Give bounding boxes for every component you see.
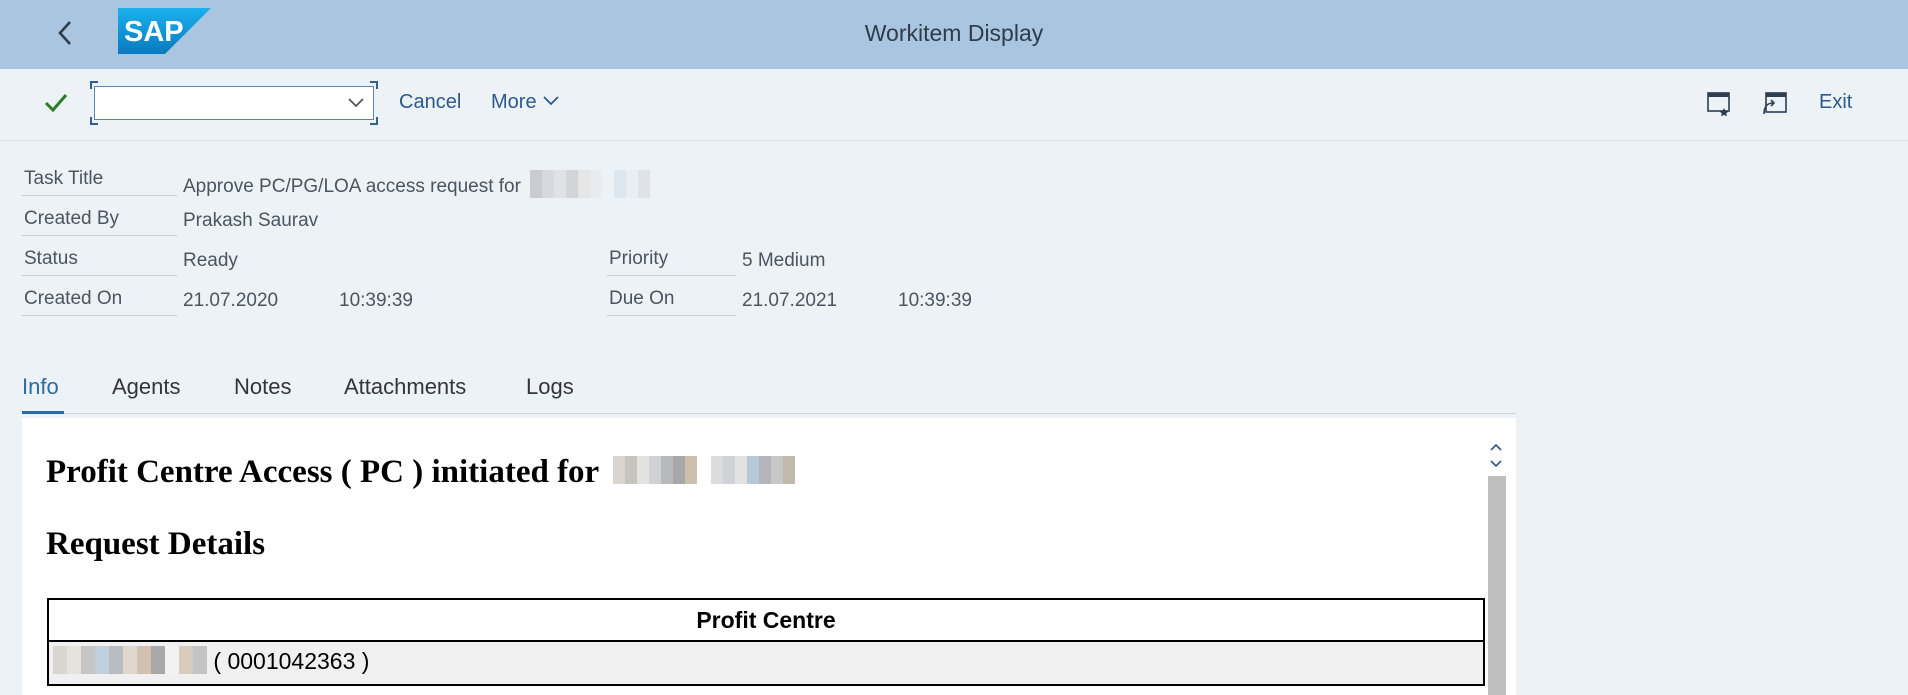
created-on-time: 10:39:39 [339,290,413,311]
due-on-date: 21.07.2021 [742,290,838,311]
task-title-value: Approve PC/PG/LOA access request for [183,170,651,204]
more-button[interactable]: More [491,91,560,114]
due-on-label: Due On [607,288,736,316]
task-title-text: Approve PC/PG/LOA access request for [183,176,521,198]
enter-check-icon[interactable] [40,87,72,119]
table-cell-profit-centre: ( 0001042363 ) [48,641,1484,685]
command-field[interactable] [90,81,378,125]
table-header-row: Profit Centre [48,599,1484,642]
tab-bar-divider [22,413,1516,414]
chevron-down-icon [543,96,559,106]
due-on-time: 10:39:39 [898,290,972,311]
tab-logs[interactable]: Logs [526,374,574,400]
scroll-down-icon[interactable] [1487,457,1505,471]
table-row: ( 0001042363 ) [48,641,1484,685]
generate-shortcut-icon[interactable] [1760,88,1790,118]
active-tab-indicator [22,411,64,414]
created-by-label: Created By [22,208,177,236]
command-input[interactable] [94,86,374,120]
exit-button[interactable]: Exit [1819,91,1852,114]
sap-logo: SAP [118,8,211,54]
redacted-name [530,170,651,204]
request-details-heading: Request Details [46,526,266,562]
back-icon[interactable] [48,14,82,52]
status-value: Ready [183,250,238,271]
status-label: Status [22,248,177,276]
created-on-label: Created On [22,288,177,316]
task-title-label: Task Title [22,168,177,196]
sap-logo-text: SAP [124,16,184,48]
priority-label: Priority [607,248,736,276]
profit-centre-code: ( 0001042363 ) [213,648,370,675]
redacted-profit-centre [53,646,207,680]
shell-header: SAP Workitem Display [0,0,1908,69]
redacted-user [612,455,795,493]
page-title: Workitem Display [864,20,1044,46]
toolbar: Cancel More Exit [0,69,1908,141]
vertical-scrollbar-thumb[interactable] [1488,476,1506,695]
created-by-value: Prakash Saurav [183,210,319,231]
chevron-down-icon[interactable] [345,93,367,113]
tab-agents[interactable]: Agents [112,374,181,400]
request-heading: Profit Centre Access ( PC ) initiated fo… [46,454,795,493]
new-window-icon[interactable] [1704,88,1734,118]
tab-notes[interactable]: Notes [234,374,291,400]
priority-value: 5 Medium [742,250,826,271]
profit-centre-table: Profit Centre ( 0001042363 ) [47,598,1485,686]
request-heading-text: Profit Centre Access ( PC ) initiated fo… [46,454,599,490]
cancel-button[interactable]: Cancel [399,91,461,114]
info-panel: Profit Centre Access ( PC ) initiated fo… [22,418,1516,695]
tab-info[interactable]: Info [22,374,59,400]
tab-attachments[interactable]: Attachments [344,374,466,400]
created-on-date: 21.07.2020 [183,290,279,311]
scroll-up-icon[interactable] [1487,440,1505,454]
more-label: More [491,91,537,113]
table-header-profit-centre: Profit Centre [48,599,1484,642]
